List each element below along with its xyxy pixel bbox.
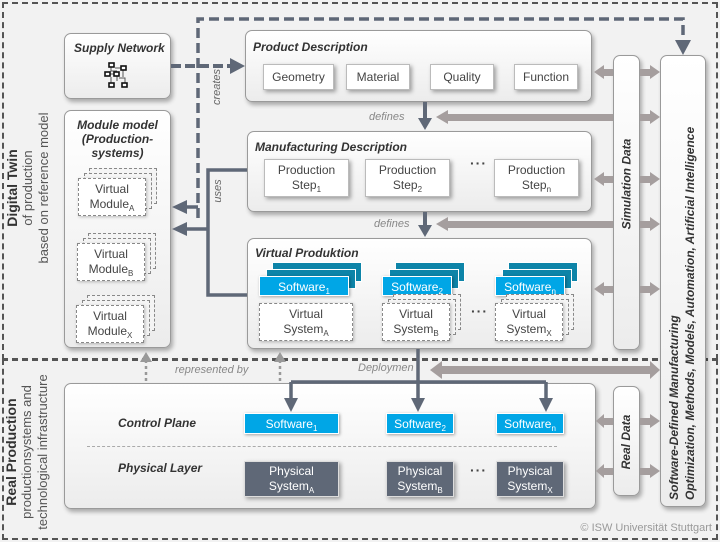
creates-label: creates: [211, 68, 223, 106]
deployment-data-head-right: [650, 361, 660, 379]
deployment-data-head-left: [430, 361, 442, 379]
sim-link-product: [604, 69, 613, 76]
represented-arrowhead-2: [274, 352, 286, 362]
real-link-head: [596, 464, 604, 478]
real-to-sdm-head: [650, 414, 660, 428]
module-arrowhead-2: [172, 222, 187, 236]
represented-arrowhead-1: [140, 352, 152, 362]
sim-link-head: [594, 282, 604, 296]
sim-to-sdm-head: [650, 65, 660, 79]
module-arrowhead-1: [172, 200, 187, 214]
deployment-label: Deploymen: [358, 362, 414, 374]
defines-label-1: defines: [369, 111, 405, 123]
defines-arrowhead-1: [418, 118, 432, 130]
real-to-sdm-2: [640, 468, 650, 475]
creates-arrowhead: [230, 58, 245, 74]
connectors: [140, 17, 691, 478]
deploy-arrowhead-3: [539, 398, 553, 412]
sim-to-sdm-head: [650, 110, 660, 124]
uses-label: uses: [212, 179, 224, 203]
sim-feedback-line-1: [448, 114, 613, 121]
sim-to-sdm-head: [650, 217, 660, 231]
real-link-head: [596, 414, 604, 428]
sim-to-sdm-head: [650, 172, 660, 186]
sim-to-sdm-4: [640, 221, 650, 228]
sim-feedback-head-2: [436, 217, 448, 231]
sim-link-mfg: [604, 176, 613, 183]
copyright: © ISW Universität Stuttgart: [580, 522, 712, 534]
deploy-arrowhead-2: [411, 398, 425, 412]
real-link-control: [604, 418, 613, 425]
sim-to-sdm-head: [650, 282, 660, 296]
real-link-physical: [604, 468, 613, 475]
real-to-sdm-1: [640, 418, 650, 425]
sim-to-sdm-5: [640, 286, 650, 293]
sim-link-virtual: [604, 286, 613, 293]
sim-to-sdm-3: [640, 176, 650, 183]
real-to-sdm-head: [650, 464, 660, 478]
sim-to-sdm-2: [640, 114, 650, 121]
sim-feedback-line-2: [448, 221, 613, 228]
defines-label-2: defines: [374, 218, 410, 230]
deployment-data-line: [442, 366, 650, 374]
deploy-arrowhead-1: [284, 398, 298, 412]
sim-link-head: [594, 65, 604, 79]
sdm-arrowhead: [675, 40, 691, 55]
sim-to-sdm-1: [640, 69, 650, 76]
sim-feedback-head-1: [436, 110, 448, 124]
defines-arrowhead-2: [418, 225, 432, 237]
represented-by-label: represented by: [175, 364, 249, 376]
sim-link-head: [594, 172, 604, 186]
